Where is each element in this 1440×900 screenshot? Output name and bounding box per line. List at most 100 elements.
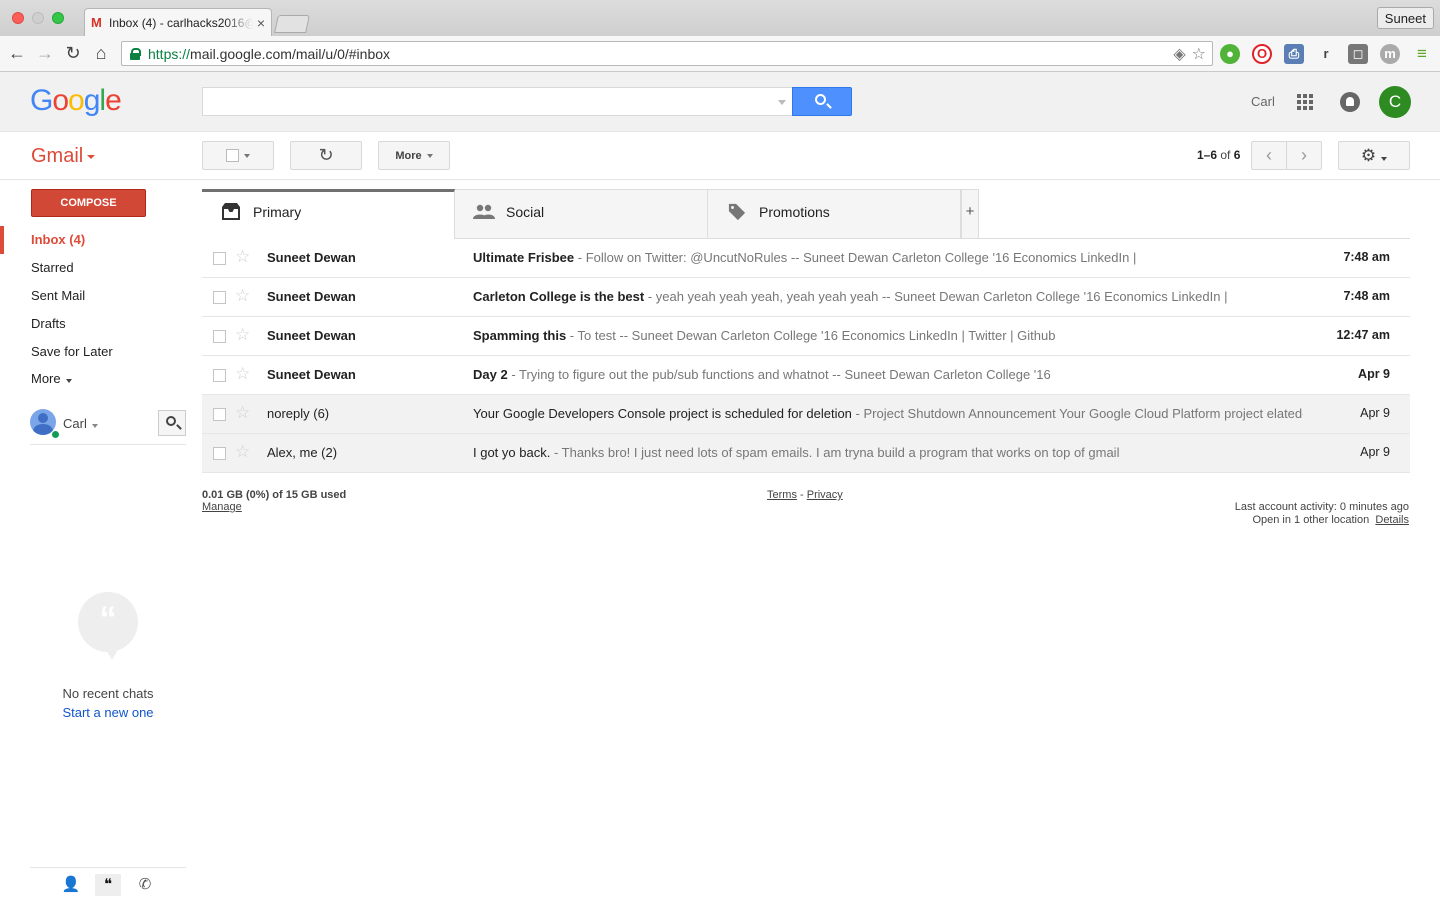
row-sender: Alex, me (2)	[267, 445, 338, 460]
sidebar-item-save-for-later[interactable]: Save for Later	[0, 338, 186, 366]
star-icon[interactable]: ☆	[235, 443, 250, 461]
maximize-window-button[interactable]	[52, 12, 64, 24]
table-row[interactable]: ☆ noreply (6) Your Google Developers Con…	[202, 395, 1410, 434]
row-snippet: - Thanks bro! I just need lots of spam e…	[550, 445, 1120, 460]
new-tab-button[interactable]	[274, 15, 310, 33]
hangouts-search-button[interactable]	[158, 410, 186, 436]
table-row[interactable]: ☆ Suneet Dewan Carleton College is the b…	[202, 278, 1410, 317]
menu-hamburger-icon[interactable]: ≡	[1412, 44, 1432, 64]
add-category-tab-button[interactable]: +	[961, 189, 979, 238]
chevron-down-icon	[1381, 157, 1388, 161]
row-checkbox[interactable]	[213, 369, 226, 382]
row-date: 7:48 am	[1343, 250, 1390, 264]
star-icon[interactable]: ☆	[235, 404, 250, 422]
google-logo[interactable]: Google	[30, 84, 122, 118]
table-row[interactable]: ☆ Suneet Dewan Spamming this - To test -…	[202, 317, 1410, 356]
apps-grid-icon[interactable]	[1297, 94, 1313, 110]
mail-search-input[interactable]	[202, 87, 792, 116]
row-subject: Spamming this	[473, 328, 567, 343]
table-row[interactable]: ☆ Alex, me (2) I got yo back. - Thanks b…	[202, 434, 1410, 473]
tab-title: Inbox (4) - carlhacks2016@	[109, 15, 253, 30]
phone-icon[interactable]: ✆	[132, 874, 158, 896]
r-extension-icon[interactable]: r	[1316, 44, 1336, 64]
tab-primary[interactable]: Primary	[202, 189, 455, 239]
row-checkbox[interactable]	[213, 252, 226, 265]
gmail-header: Google Carl C	[0, 72, 1440, 132]
chevron-down-icon	[91, 424, 98, 428]
row-date: Apr 9	[1358, 367, 1390, 381]
extension-green-icon[interactable]: ●	[1220, 44, 1240, 64]
user-name[interactable]: Carl	[1251, 94, 1275, 109]
row-sender: Suneet Dewan	[267, 328, 356, 343]
search-options-caret-icon[interactable]	[778, 100, 786, 105]
storage-used-text: 0.01 GB (0%) of 15 GB used	[202, 489, 347, 501]
gmail-app-switcher[interactable]: Gmail	[31, 145, 96, 168]
people-icon	[473, 204, 495, 219]
tab-social[interactable]: Social	[455, 189, 708, 238]
star-icon[interactable]: ☆	[235, 248, 250, 266]
browser-tab-inbox[interactable]: M Inbox (4) - carlhacks2016@ ×	[84, 8, 272, 36]
more-actions-button[interactable]: More	[378, 141, 450, 170]
row-date: 12:47 am	[1336, 328, 1390, 342]
privacy-link[interactable]: Privacy	[807, 489, 843, 501]
sidebar-item-drafts[interactable]: Drafts	[0, 310, 186, 338]
sidebar-item-starred[interactable]: Starred	[0, 254, 186, 282]
select-all-checkbox-button[interactable]	[202, 141, 274, 170]
chevron-down-icon	[65, 379, 72, 383]
row-checkbox[interactable]	[213, 291, 226, 304]
details-link[interactable]: Details	[1375, 514, 1409, 526]
row-checkbox[interactable]	[213, 447, 226, 460]
tab-close-icon[interactable]: ×	[257, 15, 265, 31]
hangouts-chat-icon[interactable]: ❝	[95, 874, 121, 896]
sidebar-item-sent-mail[interactable]: Sent Mail	[0, 282, 186, 310]
refresh-icon: ↻	[318, 145, 334, 165]
search-icon	[815, 94, 826, 105]
hangouts-user-menu[interactable]: Carl	[63, 416, 98, 431]
search-button[interactable]	[792, 87, 852, 116]
row-subject: Carleton College is the best	[473, 289, 645, 304]
sidebar-item-more[interactable]: More	[0, 365, 186, 393]
terms-link[interactable]: Terms	[767, 489, 797, 501]
bookmark-star-icon[interactable]: ☆	[1192, 44, 1206, 64]
settings-button[interactable]: ⚙	[1338, 141, 1410, 170]
close-window-button[interactable]	[12, 12, 24, 24]
address-bar[interactable]: https://mail.google.com/mail/u/0/#inbox …	[121, 41, 1213, 66]
older-page-button[interactable]: ›	[1286, 141, 1322, 170]
print-extension-icon[interactable]: ⎙	[1284, 44, 1304, 64]
reload-icon[interactable]: ↻	[63, 43, 83, 63]
star-icon[interactable]: ☆	[235, 287, 250, 305]
row-snippet: - Trying to figure out the pub/sub funct…	[507, 367, 1051, 382]
star-icon[interactable]: ☆	[235, 326, 250, 344]
row-snippet: - To test -- Suneet Dewan Carleton Colle…	[566, 328, 1056, 343]
opera-extension-icon[interactable]: O	[1252, 44, 1272, 64]
notifications-bell-icon[interactable]	[1340, 92, 1360, 112]
category-tabs: Primary Social Promotions +	[202, 189, 1410, 239]
home-icon[interactable]: ⌂	[91, 43, 111, 63]
browser-profile-button[interactable]: Suneet	[1376, 7, 1434, 29]
back-arrow-icon[interactable]: ←	[7, 43, 27, 63]
table-row[interactable]: ☆ Suneet Dewan Ultimate Frisbee - Follow…	[202, 239, 1410, 278]
online-status-icon	[51, 430, 60, 439]
minimize-window-button[interactable]	[32, 12, 44, 24]
row-checkbox[interactable]	[213, 330, 226, 343]
m-extension-icon[interactable]: m	[1380, 44, 1400, 64]
contacts-person-icon[interactable]: 👤	[58, 874, 84, 896]
start-new-chat-link[interactable]: Start a new one	[30, 705, 186, 720]
compose-button[interactable]: COMPOSE	[31, 189, 146, 217]
refresh-button[interactable]: ↻	[290, 141, 362, 170]
account-avatar[interactable]: C	[1379, 86, 1411, 118]
row-subject: Day 2	[473, 367, 508, 382]
tab-promotions[interactable]: Promotions	[708, 189, 961, 238]
sidebar-item-inbox[interactable]: Inbox (4)	[0, 226, 186, 254]
row-checkbox[interactable]	[213, 408, 226, 421]
translate-icon[interactable]: ◈	[1173, 44, 1185, 64]
square-extension-icon[interactable]: ◻	[1348, 44, 1368, 64]
star-icon[interactable]: ☆	[235, 365, 250, 383]
manage-storage-link[interactable]: Manage	[202, 501, 346, 513]
newer-page-button[interactable]: ‹	[1251, 141, 1287, 170]
forward-arrow-icon[interactable]: →	[35, 43, 55, 63]
row-date: Apr 9	[1360, 406, 1390, 420]
pagination-range: 1–6 of 6	[1197, 148, 1241, 162]
row-snippet: - yeah yeah yeah yeah, yeah yeah yeah --…	[644, 289, 1228, 304]
table-row[interactable]: ☆ Suneet Dewan Day 2 - Trying to figure …	[202, 356, 1410, 395]
